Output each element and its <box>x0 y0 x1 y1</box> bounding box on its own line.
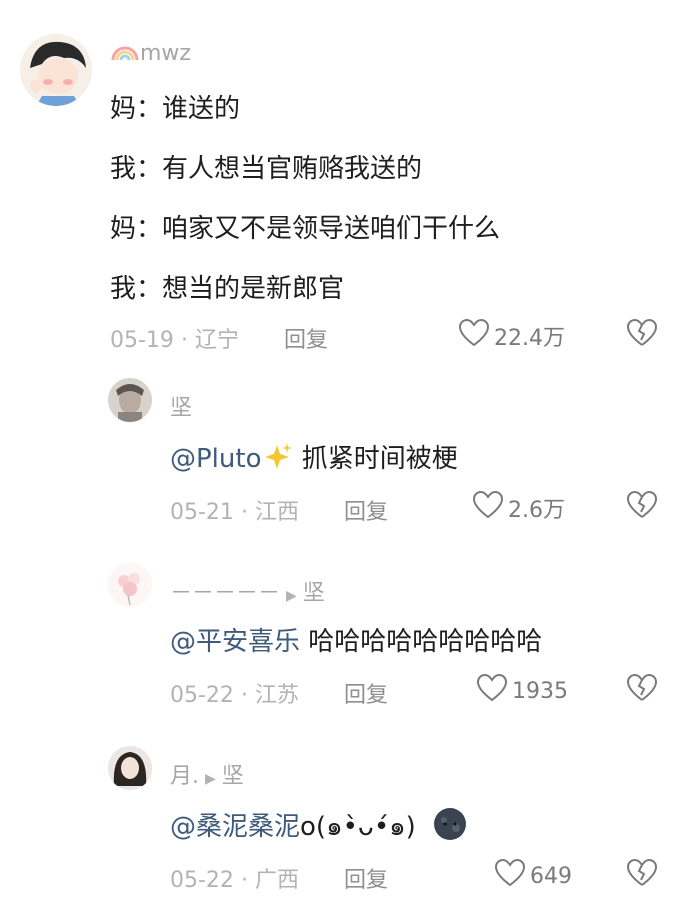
comment-meta: 05-22 · 江苏 <box>170 683 299 708</box>
reply-arrow-icon: ▶ <box>286 588 297 604</box>
like-count: 2.6万 <box>508 498 565 523</box>
comment-text: @Pluto 抓紧时间被梗 <box>170 438 458 478</box>
comment-body: o(๑•̀ᴗ•́๑) <box>300 812 416 842</box>
dislike-button[interactable] <box>626 858 658 892</box>
heart-icon <box>476 673 508 709</box>
dislike-button[interactable] <box>626 318 658 352</box>
like-button[interactable]: 649 <box>494 858 572 894</box>
username[interactable]: 坚 <box>170 390 192 422</box>
reply-button[interactable]: 回复 <box>284 322 328 354</box>
comment-text-line: 妈：谁送的 <box>110 94 241 124</box>
mention-link[interactable]: @桑泥桑泥 <box>170 812 300 842</box>
reply-button[interactable]: 回复 <box>344 862 388 894</box>
avatar[interactable] <box>108 746 152 790</box>
reply-button[interactable]: 回复 <box>344 677 388 709</box>
heart-icon <box>472 490 504 526</box>
heart-icon <box>494 858 526 894</box>
comment-body: 抓紧时间被梗 <box>301 444 458 474</box>
rainbow-icon <box>110 40 140 68</box>
dislike-button[interactable] <box>626 673 658 707</box>
comment-2: 坚 @Pluto 抓紧时间被梗 05-21 · 江西 回复 2.6万 <box>0 360 690 540</box>
avatar-image <box>108 378 152 422</box>
like-count: 1935 <box>512 678 568 704</box>
dislike-button[interactable] <box>626 490 658 524</box>
reply-target-name[interactable]: 坚 <box>222 764 244 789</box>
heart-icon <box>458 318 490 354</box>
avatar-image <box>108 563 152 607</box>
username: 月. ▶ 坚 <box>170 758 244 790</box>
reply-button[interactable]: 回复 <box>344 494 388 526</box>
avatar[interactable] <box>108 378 152 422</box>
avatar-image <box>108 746 152 790</box>
mention-link[interactable]: @Pluto <box>170 444 261 474</box>
comment-meta: 05-21 · 江西 <box>170 500 299 525</box>
comment-text-line: 妈：咱家又不是领导送咱们干什么 <box>110 214 501 244</box>
comment-meta: 05-19 · 辽宁 <box>110 328 239 353</box>
location: 广西 <box>254 868 299 893</box>
avatar[interactable] <box>20 34 92 106</box>
comment-text: @平安喜乐 哈哈哈哈哈哈哈哈哈 <box>170 621 542 658</box>
location: 江苏 <box>254 683 299 708</box>
username[interactable]: mwz <box>110 40 191 68</box>
like-count: 22.4万 <box>494 326 565 351</box>
date: 05-21 <box>170 500 234 525</box>
author-name[interactable]: 月. <box>170 764 199 789</box>
comment-body: 哈哈哈哈哈哈哈哈哈 <box>308 627 543 657</box>
moon-face-emoji-icon <box>432 806 468 849</box>
location: 江西 <box>254 500 299 525</box>
comment-text-line: 我：有人想当官贿赂我送的 <box>110 154 423 184</box>
location: 辽宁 <box>194 328 239 353</box>
date: 05-22 <box>170 868 234 893</box>
comment-4: 月. ▶ 坚 @桑泥桑泥o(๑•̀ᴗ•́๑) 05-22 · 广西 回复 649 <box>0 728 690 909</box>
avatar-image <box>20 34 92 106</box>
like-count: 649 <box>530 863 572 889</box>
broken-heart-icon <box>626 318 658 352</box>
comment-text-line: 我：想当的是新郎官 <box>110 274 345 304</box>
date: 05-22 <box>170 683 234 708</box>
reply-arrow-icon: ▶ <box>205 771 216 787</box>
author-name[interactable]: －－－－－ <box>170 581 280 606</box>
comment-1: mwz 妈：谁送的 我：有人想当官贿赂我送的 妈：咱家又不是领导送咱们干什么 我… <box>0 0 690 360</box>
date: 05-19 <box>110 328 174 353</box>
mention-link[interactable]: @平安喜乐 <box>170 627 300 657</box>
comment-3: －－－－－ ▶ 坚 @平安喜乐 哈哈哈哈哈哈哈哈哈 05-22 · 江苏 回复 19… <box>0 545 690 725</box>
reply-target-name[interactable]: 坚 <box>303 581 325 606</box>
comment-meta: 05-22 · 广西 <box>170 868 299 893</box>
sparkles-icon <box>261 441 293 478</box>
broken-heart-icon <box>626 673 658 707</box>
broken-heart-icon <box>626 490 658 524</box>
like-button[interactable]: 1935 <box>476 673 568 709</box>
username: －－－－－ ▶ 坚 <box>170 575 325 607</box>
broken-heart-icon <box>626 858 658 892</box>
like-button[interactable]: 22.4万 <box>458 318 565 354</box>
avatar[interactable] <box>108 563 152 607</box>
like-button[interactable]: 2.6万 <box>472 490 565 526</box>
comment-text: @桑泥桑泥o(๑•̀ᴗ•́๑) <box>170 806 468 849</box>
